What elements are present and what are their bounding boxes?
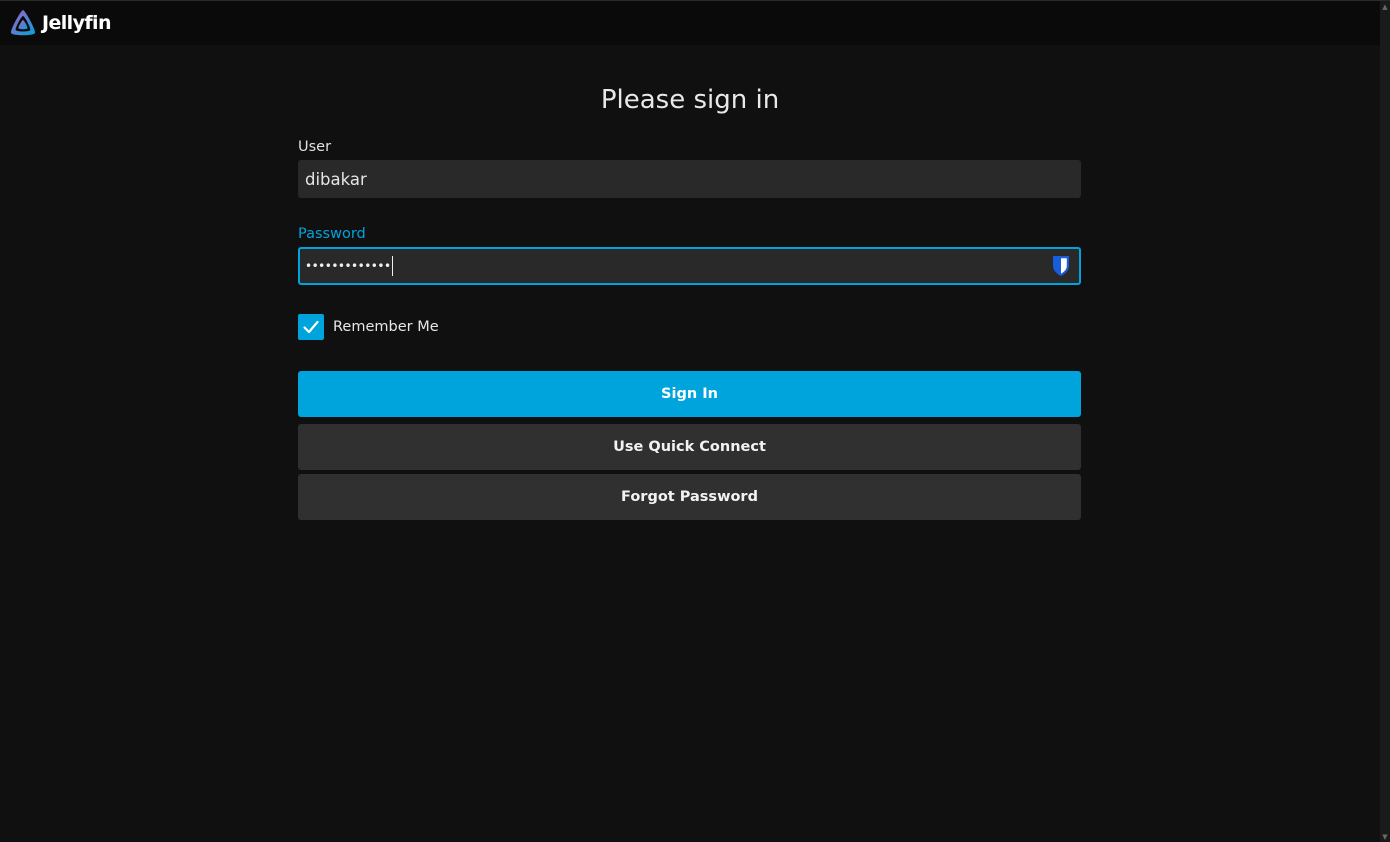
password-input[interactable]: •••••••••••••: [298, 247, 1081, 285]
password-input-value: •••••••••••••: [305, 259, 391, 273]
login-form: User dibakar Password ••••••••••••• Reme…: [298, 137, 1081, 520]
forgot-password-button[interactable]: Forgot Password: [298, 474, 1081, 520]
remember-me-label: Remember Me: [333, 319, 439, 335]
checkmark-icon: [303, 320, 319, 334]
remember-me-row[interactable]: Remember Me: [298, 313, 1081, 341]
login-page: Jellyfin Please sign in User dibakar Pas…: [0, 0, 1390, 842]
quick-connect-button[interactable]: Use Quick Connect: [298, 424, 1081, 470]
scroll-down-arrow-icon[interactable]: ▼: [1381, 833, 1389, 841]
jellyfin-logo-icon: [8, 8, 38, 38]
user-label: User: [298, 139, 332, 155]
app-header: Jellyfin: [0, 1, 1390, 45]
user-input[interactable]: dibakar: [298, 160, 1081, 198]
scrollbar[interactable]: ▲ ▼: [1380, 1, 1390, 842]
user-input-value: dibakar: [305, 169, 367, 189]
jellyfin-logo[interactable]: Jellyfin: [8, 8, 111, 38]
page-title: Please sign in: [600, 85, 780, 115]
text-caret: [391, 256, 393, 276]
remember-me-checkbox[interactable]: [298, 314, 324, 340]
logo-text: Jellyfin: [42, 12, 111, 34]
bitwarden-icon[interactable]: [1050, 254, 1072, 278]
password-label: Password: [298, 226, 366, 242]
sign-in-button[interactable]: Sign In: [298, 371, 1081, 417]
scroll-up-arrow-icon[interactable]: ▲: [1381, 3, 1389, 11]
